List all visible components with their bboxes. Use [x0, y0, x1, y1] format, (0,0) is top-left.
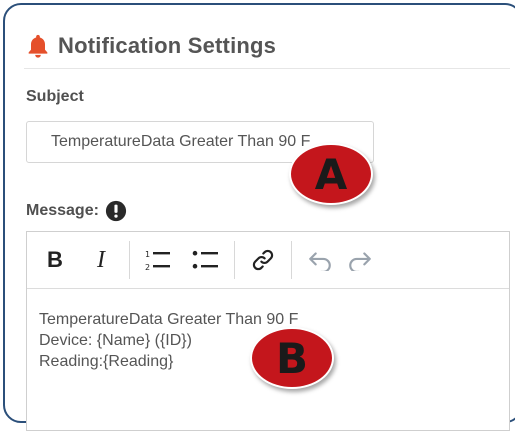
- message-line: TemperatureData Greater Than 90 F: [39, 311, 299, 328]
- message-editor[interactable]: B I 1 2 TemperatureData Greater Than 90 …: [26, 231, 510, 431]
- callout-a-badge: A: [289, 143, 373, 205]
- message-label-row: Message:: [26, 200, 127, 222]
- bold-button[interactable]: B: [35, 240, 75, 280]
- bold-label: B: [47, 247, 63, 272]
- undo-button[interactable]: [300, 240, 340, 280]
- message-label: Message:: [26, 202, 99, 219]
- link-icon: [252, 249, 274, 271]
- ordered-list-icon: 1 2: [145, 250, 170, 272]
- page-title: Notification Settings: [58, 33, 277, 58]
- toolbar-divider: [129, 241, 130, 279]
- callout-a-label: A: [314, 149, 348, 199]
- bell-icon: [28, 34, 48, 58]
- svg-text:2: 2: [145, 263, 150, 272]
- svg-text:1: 1: [145, 250, 150, 259]
- editor-toolbar: B I 1 2: [27, 232, 509, 289]
- link-button[interactable]: [243, 240, 283, 280]
- panel-header: Notification Settings: [24, 24, 510, 69]
- exclamation-circle-icon[interactable]: [105, 200, 127, 222]
- toolbar-divider: [234, 241, 235, 279]
- ordered-list-button[interactable]: 1 2: [138, 240, 178, 280]
- toolbar-divider: [291, 241, 292, 279]
- italic-label: I: [97, 246, 105, 273]
- undo-icon: [309, 252, 331, 271]
- callout-b-badge: B: [250, 327, 334, 389]
- redo-button[interactable]: [340, 240, 380, 280]
- italic-button[interactable]: I: [81, 240, 121, 280]
- bullet-list-button[interactable]: [186, 240, 226, 280]
- redo-icon: [349, 252, 371, 271]
- subject-label: Subject: [26, 88, 84, 105]
- callout-b-label: B: [275, 333, 308, 383]
- bullet-list-icon: [192, 250, 218, 269]
